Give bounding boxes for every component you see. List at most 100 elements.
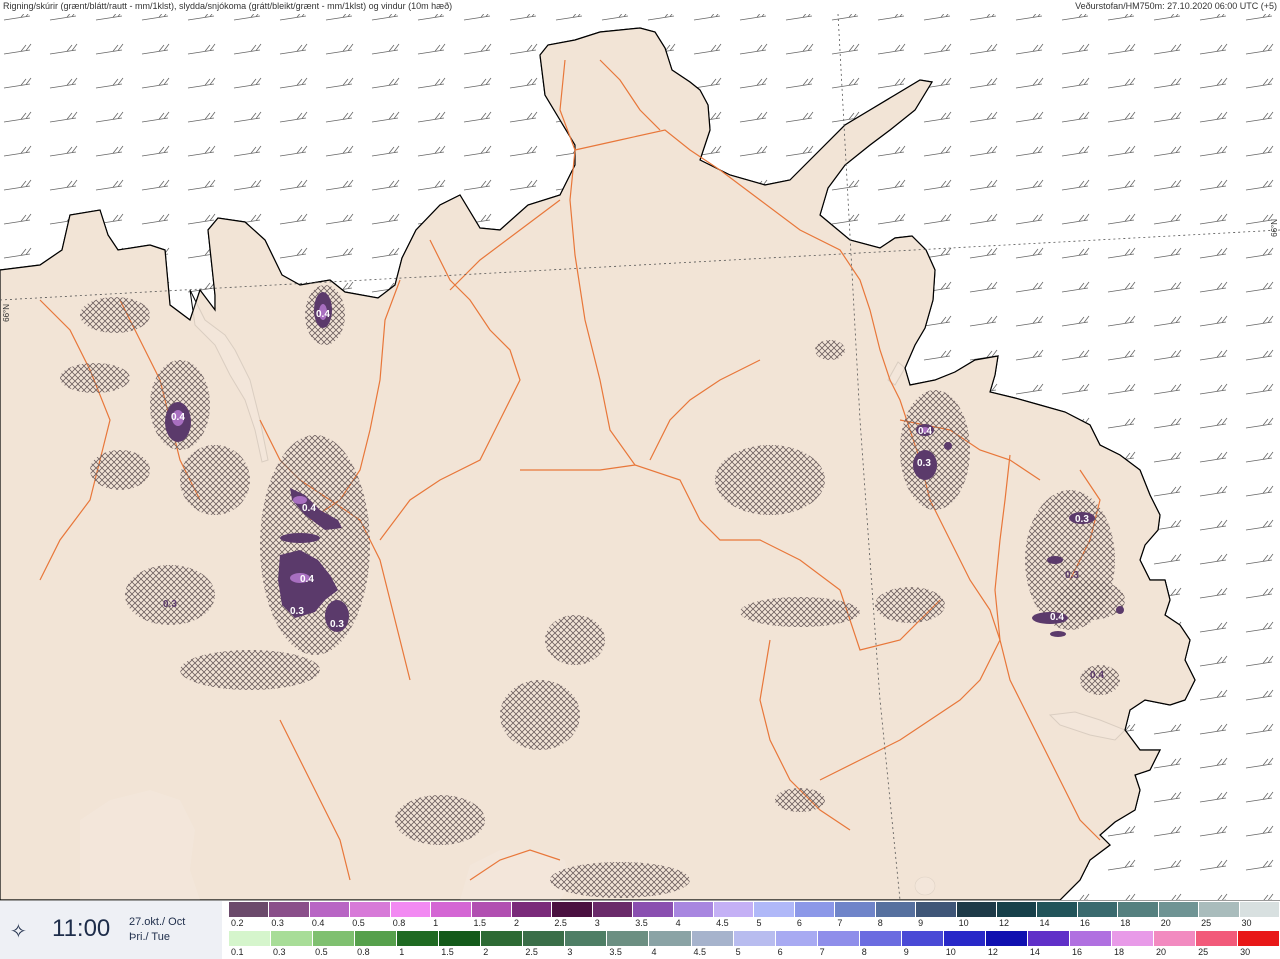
snow-scale-label: 4 [675,918,681,928]
snow-scale-label: 4.5 [716,918,729,928]
snow-scale-swatch [997,902,1038,917]
contour-label: 0.4 [302,503,316,514]
snow-scale-swatch [350,902,391,917]
snow-scale-label: 0.2 [231,918,244,928]
snow-scale-label: 25 [1201,918,1212,928]
snow-scale-swatch [875,902,917,917]
snow-scale-swatch [269,902,310,917]
snow-scale-swatch [633,902,674,917]
rain-scale-label: 2.5 [525,947,538,957]
rain-scale-label: 3 [567,947,573,957]
rain-scale-swatch [355,931,398,946]
snow-scale-label: 20 [1160,918,1171,928]
snow-scale-label: 14 [1039,918,1050,928]
rain-scale-label: 9 [903,947,909,957]
contour-label: 0.4 [1050,612,1064,623]
rain-scale-labels: 0.1 0.3 0.5 0.8 1 1.5 2 2.5 3 3.5 4 4.5 5 6 7 8 9 10 12 14 1… [229,947,1280,957]
snow-scale-label: 1 [433,918,439,928]
snow-scale-swatch [431,902,472,917]
rain-scale-label: 0.8 [357,947,370,957]
rain-scale-label: 18 [1113,947,1124,957]
rain-scale-label: 6 [777,947,783,957]
snow-scale-label: 12 [999,918,1010,928]
snow-scale-swatch [1239,902,1280,917]
lat-label-left: 66°N [2,304,11,322]
contour-label: 0.4 [1090,670,1104,681]
rain-scale-swatch [229,931,272,946]
rain-scale-label: 25 [1198,947,1209,957]
rain-scale-swatch [985,931,1028,946]
snow-scale-label: 8 [877,918,883,928]
rain-scale-swatch [1238,931,1280,946]
contour-label: 0.3 [917,458,931,469]
rain-scale-swatch [859,931,902,946]
contour-label: 0.4 [918,426,932,437]
snow-scale-label: 10 [958,918,969,928]
rain-scale-label: 10 [945,947,956,957]
snow-scale-label: 2 [513,918,519,928]
rain-scale-swatch [817,931,860,946]
rain-scale-swatch [1027,931,1070,946]
rain-scale-swatch [775,931,818,946]
rain-scale-label: 14 [1029,947,1040,957]
forecast-time: 11:00 [52,915,111,942]
snow-scale-label: 6 [796,918,802,928]
rain-scale-label: 8 [861,947,867,957]
snow-scale-label: 9 [918,918,924,928]
snow-scale-swatch [956,902,998,917]
rain-scale-swatch [1069,931,1112,946]
snow-scale-label: 3.5 [635,918,648,928]
contour-label: 0.3 [163,599,177,610]
animate-icon[interactable]: ✧ [10,919,27,944]
rain-scale-label: 3.5 [609,947,622,957]
snow-scale-swatch [471,902,512,917]
contour-label: 0.3 [1065,570,1079,581]
forecast-date: 27.okt./ Oct [129,916,186,928]
contour-label: 0.4 [300,574,314,585]
map-canvas: 0.4 0.4 0.4 0.4 0.3 0.3 0.3 0.4 0.3 0.3 … [0,13,1280,901]
rain-color-scale [229,931,1280,946]
time-display: ✧ 11:00 27.okt./ Oct Þri./ Tue [0,901,222,959]
snow-scale-label: 3 [594,918,600,928]
rain-scale-label: 20 [1156,947,1167,957]
rain-scale-label: 7 [819,947,825,957]
rain-scale-swatch [271,931,314,946]
rain-scale-swatch [397,931,440,946]
rain-scale-label: 5 [735,947,741,957]
snow-color-scale [229,902,1280,917]
snow-scale-swatch [794,902,836,917]
rain-scale-label: 0.1 [231,947,244,957]
map-title: Rigning/skúrir (grænt/blátt/rautt - mm/1… [3,1,453,11]
snow-scale-swatch [916,902,957,917]
rain-scale-label: 16 [1071,947,1082,957]
rain-scale-label: 2 [483,947,489,957]
snow-scale-label: 2.5 [554,918,567,928]
rain-scale-swatch [1111,931,1155,946]
snow-scale-label: 0.4 [311,918,325,928]
rain-scale-label: 12 [987,947,998,957]
map-source: Veðurstofan/HM750m: 27.10.2020 06:00 UTC… [1075,1,1277,11]
snow-scale-label: 30 [1241,918,1252,928]
snow-scale-label: 5 [756,918,762,928]
weather-map[interactable]: 0.4 0.4 0.4 0.4 0.3 0.3 0.3 0.4 0.3 0.3 … [0,13,1280,901]
rain-scale-label: 30 [1240,947,1251,957]
snow-scale-swatch [1158,902,1200,917]
rain-scale-swatch [523,931,566,946]
rain-scale-label: 0.3 [273,947,286,957]
snow-scale-swatch [309,902,351,917]
snow-scale-swatch [1118,902,1159,917]
rain-scale-swatch [1154,931,1197,946]
snow-scale-swatch [592,902,634,917]
rain-scale-swatch [439,931,482,946]
snow-scale-label: 16 [1079,918,1090,928]
forecast-weekday: Þri./ Tue [129,931,170,943]
rain-scale-label: 1 [399,947,405,957]
snow-scale-swatch [229,902,270,917]
lat-label-right: 66°N [1270,219,1279,237]
rain-scale-swatch [943,931,986,946]
rain-scale-swatch [733,931,776,946]
snow-scale-swatch [390,902,432,917]
snow-scale-label: 0.5 [352,918,365,928]
rain-scale-swatch [649,931,692,946]
snow-scale-swatch [835,902,876,917]
